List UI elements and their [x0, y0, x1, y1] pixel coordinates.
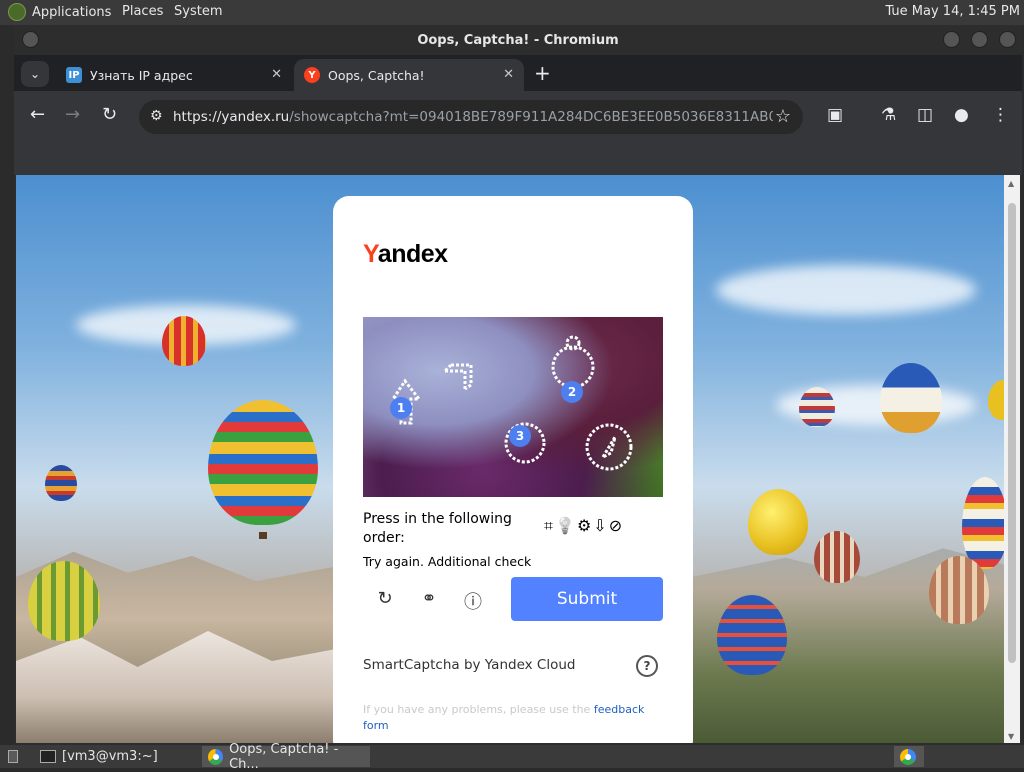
taskbar-item-label: Oops, Captcha! - Ch... — [229, 741, 339, 772]
minimize-button[interactable] — [943, 31, 960, 48]
smartcaptcha-brand: SmartCaptcha by Yandex Cloud — [363, 657, 576, 673]
taskbar-item-terminal[interactable]: [vm3@vm3:~] — [34, 746, 196, 767]
captcha-task-order: ⌗ 💡 ⚙ ⇩ ⊘ — [544, 516, 622, 536]
tab-strip: ⌄ IP Узнать IP адрес ✕ Y Oops, Captcha! … — [14, 55, 1022, 91]
captcha-image[interactable]: 1 2 3 — [363, 317, 663, 497]
tab-title: Oops, Captcha! — [328, 67, 425, 83]
profile-avatar-icon[interactable]: ● — [954, 105, 969, 125]
hot-air-balloon — [28, 561, 100, 641]
cloud — [716, 265, 976, 315]
hot-air-balloon — [717, 595, 787, 675]
places-menu[interactable]: Places — [122, 4, 163, 19]
browser-toolbar: ← → ↻ ⚙ https://yandex.ru/showcaptcha?mt… — [14, 91, 1022, 143]
applications-menu-label: Applications — [32, 4, 112, 20]
hot-air-balloon — [799, 387, 835, 427]
tab-search-button[interactable]: ⌄ — [21, 61, 49, 87]
terminal-icon — [40, 750, 56, 763]
hot-air-balloon — [814, 531, 860, 583]
system-menu[interactable]: System — [174, 4, 222, 19]
applications-menu[interactable]: Applications — [8, 3, 111, 21]
yandex-favicon-icon: Y — [304, 67, 320, 83]
chromium-icon — [900, 748, 916, 765]
hot-air-balloon — [208, 400, 318, 525]
workspace-switcher[interactable] — [894, 746, 924, 767]
address-bar[interactable]: ⚙ https://yandex.ru/showcaptcha?mt=09401… — [139, 100, 803, 134]
compass-needle-shape — [599, 436, 617, 461]
close-icon[interactable]: ✕ — [271, 67, 282, 82]
captcha-instruction: Press in the following order: — [363, 511, 512, 546]
url-path: /showcaptcha?mt=094018BE789F911A284DC6BE… — [289, 109, 773, 125]
top-panel: Applications Places System Tue May 14, 1… — [0, 0, 1024, 25]
bookmarks-strip — [14, 143, 1022, 175]
side-panel-icon[interactable]: ◫ — [917, 105, 933, 125]
hot-air-balloon — [929, 556, 989, 624]
tab-captcha[interactable]: Y Oops, Captcha! ✕ — [294, 59, 524, 91]
ip-favicon-icon: IP — [66, 67, 82, 83]
browser-window: Oops, Captcha! - Chromium ⌄ IP Узнать IP… — [14, 25, 1022, 745]
labs-flask-icon[interactable]: ⚗ — [881, 105, 896, 125]
site-settings-icon[interactable]: ⚙ — [150, 108, 163, 124]
info-icon[interactable]: ⓘ — [461, 588, 485, 614]
chromium-icon — [208, 748, 224, 765]
maximize-button[interactable] — [971, 31, 988, 48]
scroll-up-icon[interactable]: ▲ — [1008, 179, 1014, 188]
show-desktop-button[interactable] — [2, 746, 24, 767]
lightbulb-icon: 💡 — [555, 516, 575, 535]
page-viewport: Yandex 1 2 3 Press in the following orde… — [16, 175, 1004, 743]
tab-title: Узнать IP адрес — [90, 67, 193, 83]
hot-air-balloon — [988, 380, 1004, 420]
hot-air-balloon — [748, 489, 808, 555]
url-host: https://yandex.ru — [173, 109, 290, 125]
close-icon[interactable]: ✕ — [503, 67, 514, 82]
page-scrollbar[interactable]: ▲ ▼ — [1004, 175, 1020, 743]
scroll-down-icon[interactable]: ▼ — [1008, 732, 1014, 741]
captcha-card: Yandex 1 2 3 Press in the following orde… — [333, 196, 693, 743]
click-marker-2: 2 — [561, 381, 583, 403]
refresh-captcha-icon[interactable]: ↻ — [373, 588, 397, 609]
help-icon[interactable]: ? — [636, 655, 658, 677]
url-text[interactable]: https://yandex.ru/showcaptcha?mt=094018B… — [173, 109, 773, 125]
scrollbar-thumb[interactable] — [1008, 203, 1016, 663]
audio-captcha-headphones-icon[interactable]: ⚭ — [417, 588, 441, 609]
bookmark-star-icon[interactable]: ☆ — [775, 106, 791, 127]
clock[interactable]: Tue May 14, 1:45 PM — [885, 4, 1020, 19]
close-window-button[interactable] — [999, 31, 1016, 48]
back-arrow-icon[interactable]: ← — [30, 105, 45, 125]
captcha-status-message: Try again. Additional check — [363, 554, 532, 569]
window-title: Oops, Captcha! - Chromium — [417, 33, 619, 48]
submit-button[interactable]: Submit — [511, 577, 663, 621]
hot-air-balloon — [45, 465, 77, 501]
hot-air-balloon — [162, 316, 206, 366]
click-marker-3: 3 — [509, 425, 531, 447]
window-titlebar[interactable]: Oops, Captcha! - Chromium — [14, 25, 1022, 55]
taskbar-item-chromium[interactable]: Oops, Captcha! - Ch... — [202, 742, 370, 772]
kebab-menu-icon[interactable]: ⋮ — [992, 105, 1009, 125]
click-marker-1: 1 — [390, 397, 412, 419]
tab-ip-address[interactable]: IP Узнать IP адрес ✕ — [56, 59, 292, 91]
hot-air-balloon — [880, 363, 942, 433]
compass-icon: ⊘ — [608, 516, 623, 535]
desktop-icon — [8, 750, 18, 763]
reload-icon[interactable]: ↻ — [102, 105, 117, 125]
gear-icon: ⚙ — [576, 516, 592, 535]
balloon-basket — [259, 532, 267, 539]
taskbar: [vm3@vm3:~] Oops, Captcha! - Ch... — [0, 742, 1024, 772]
new-tab-plus-icon[interactable]: + — [534, 63, 551, 83]
yandex-logo: Yandex — [363, 240, 448, 268]
extensions-puzzle-icon[interactable]: ▣ — [827, 105, 843, 125]
distro-logo-icon — [8, 3, 26, 21]
taskbar-item-label: [vm3@vm3:~] — [62, 749, 158, 764]
forward-arrow-icon[interactable]: → — [65, 105, 80, 125]
arrow-down-icon: ⇩ — [593, 516, 607, 535]
crop-icon: ⌗ — [544, 516, 554, 535]
crop-shape — [443, 363, 473, 391]
chevron-down-icon: ⌄ — [29, 67, 41, 81]
feedback-note: If you have any problems, please use the… — [363, 703, 645, 732]
hot-air-balloon — [962, 477, 1004, 569]
